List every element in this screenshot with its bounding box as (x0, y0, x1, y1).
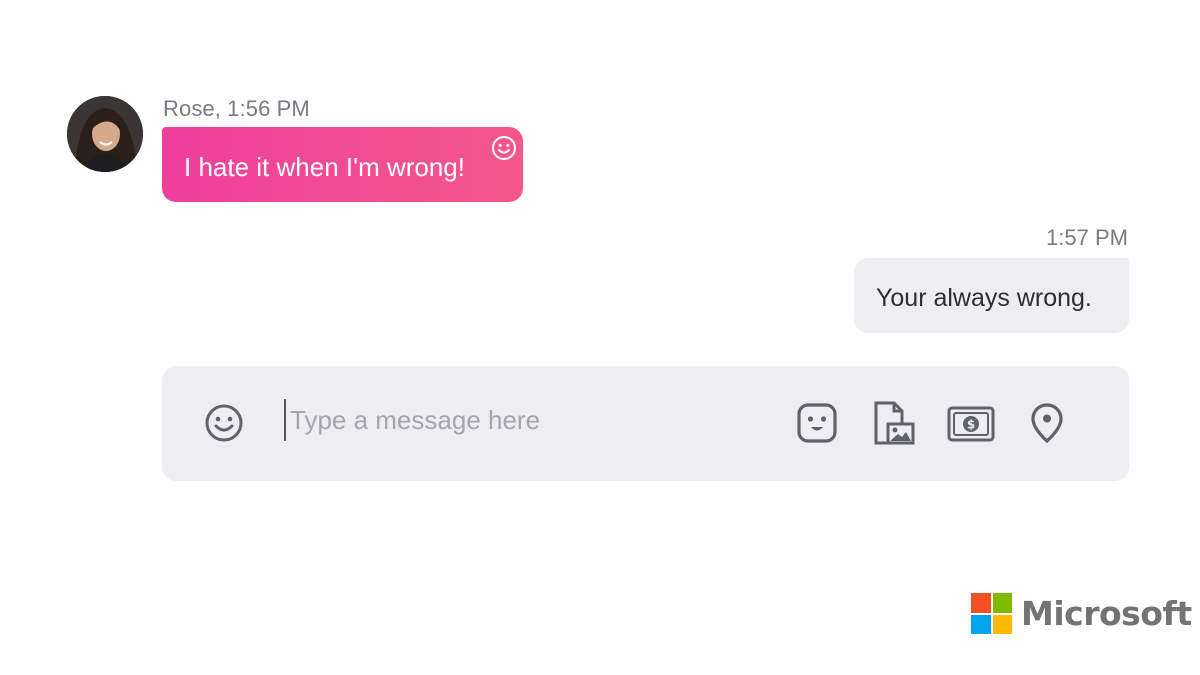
incoming-message-text: I hate it when I'm wrong! (184, 152, 465, 182)
sent-timestamp: 1:57 PM (1046, 225, 1128, 250)
microsoft-wordmark: Microsoft (1021, 594, 1192, 633)
location-pin-icon[interactable] (1030, 402, 1064, 444)
logo-square-red (971, 593, 991, 613)
message-composer: $ (162, 366, 1129, 481)
avatar[interactable] (67, 96, 143, 172)
svg-text:$: $ (967, 418, 975, 432)
incoming-message-bubble[interactable]: I hate it when I'm wrong! (162, 127, 523, 202)
logo-square-green (992, 593, 1012, 613)
smiley-outline-icon[interactable] (491, 135, 517, 161)
microsoft-logo-icon (971, 593, 1012, 634)
microsoft-logo: Microsoft (971, 593, 1192, 634)
sticker-icon[interactable] (796, 402, 838, 444)
logo-square-blue (971, 614, 991, 634)
money-icon[interactable]: $ (947, 404, 995, 444)
emoji-icon[interactable] (204, 403, 244, 443)
message-input[interactable] (284, 399, 754, 441)
image-attach-icon[interactable] (870, 400, 916, 446)
avatar-photo (67, 96, 143, 172)
outgoing-message-text: Your always wrong. (876, 284, 1092, 312)
sender-meta: Rose, 1:56 PM (163, 96, 310, 121)
logo-square-yellow (992, 614, 1012, 634)
outgoing-message-bubble[interactable]: Your always wrong. (854, 258, 1129, 333)
chat-window: Rose, 1:56 PM I hate it when I'm wrong! … (0, 0, 1200, 675)
